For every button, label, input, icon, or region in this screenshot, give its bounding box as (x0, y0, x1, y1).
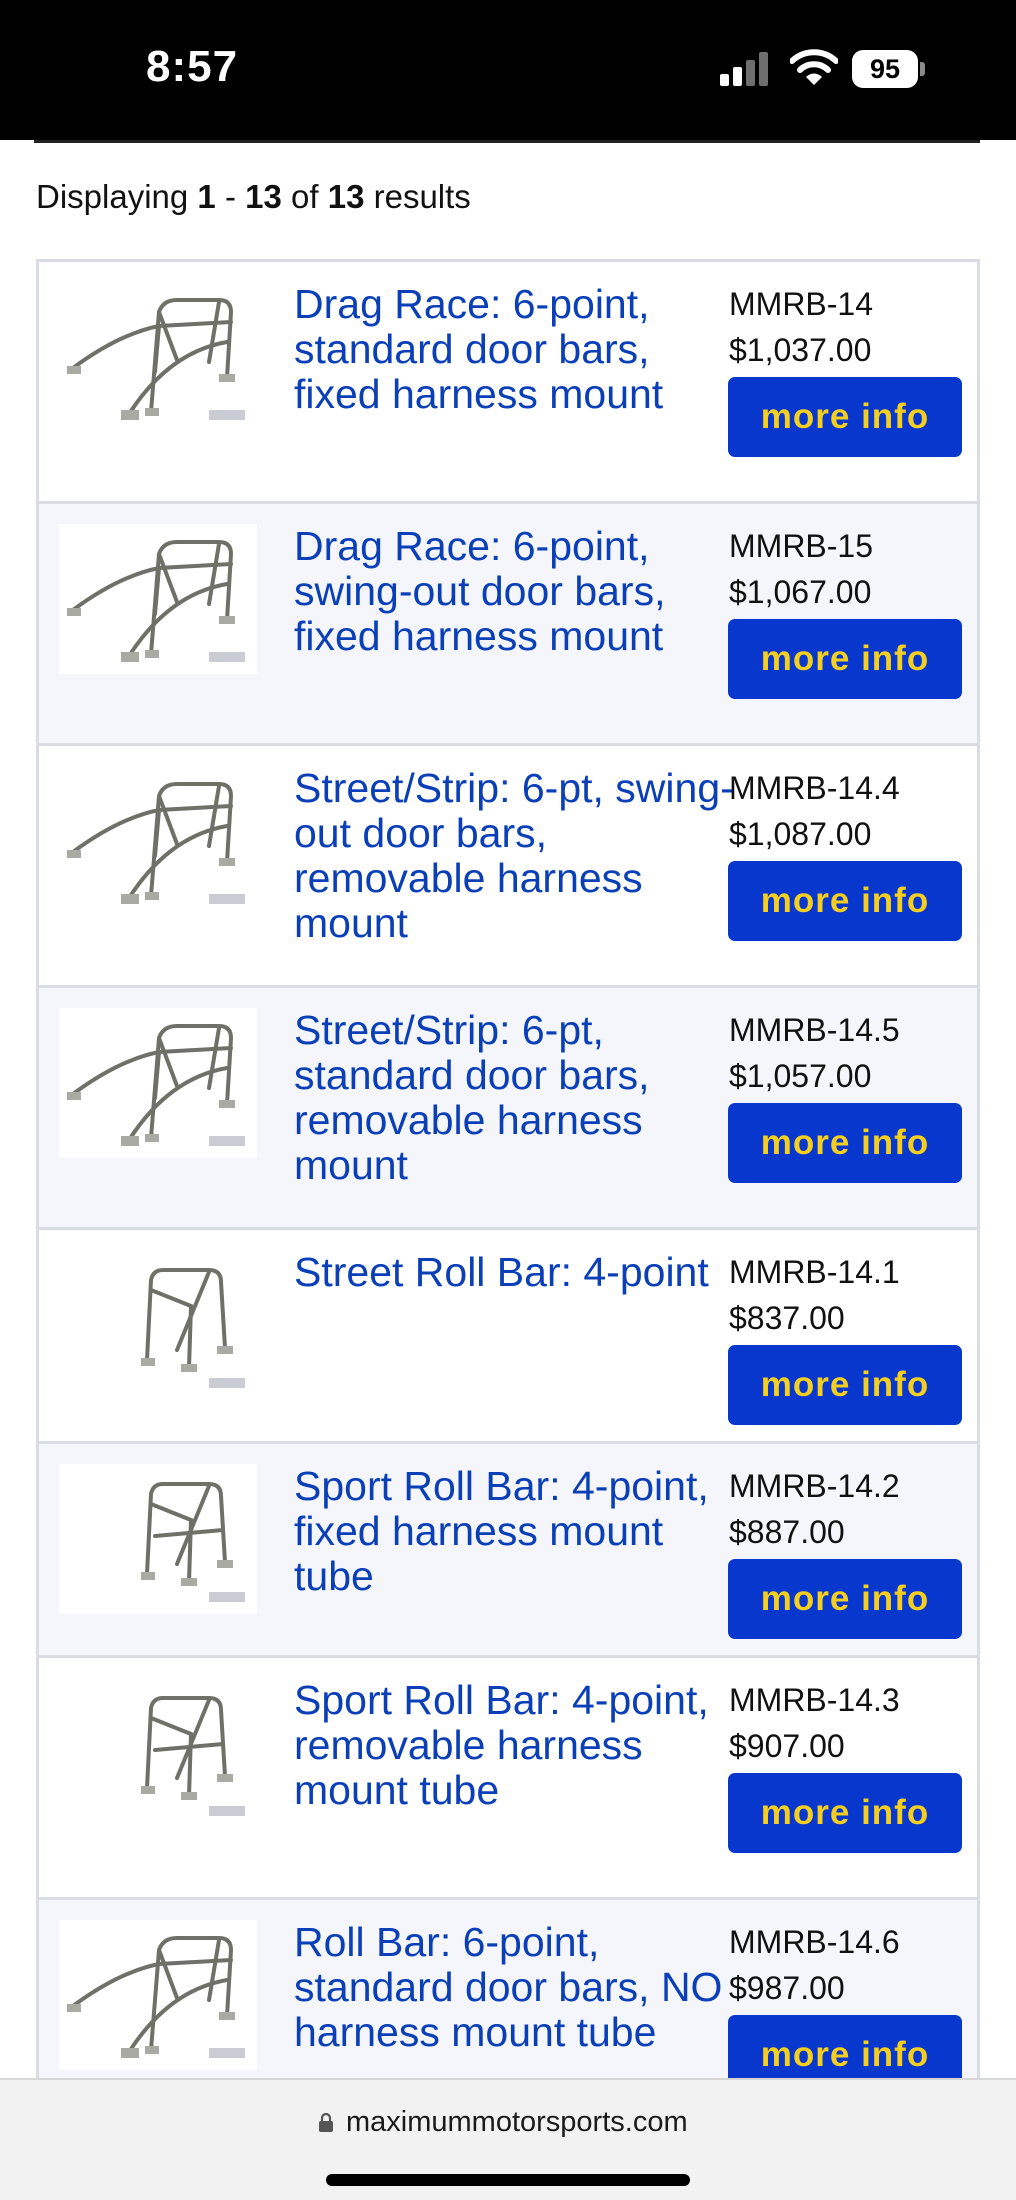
roll-bar-image[interactable] (59, 1464, 257, 1614)
product-row: Drag Race: 6-point, standard door bars, … (39, 262, 977, 504)
product-sku: MMRB-14.6 (729, 1924, 900, 1960)
more-info-button[interactable]: more info (728, 1559, 962, 1639)
more-info-button[interactable]: more info (728, 1345, 962, 1425)
product-price: $887.00 (729, 1514, 845, 1550)
roll-bar-image[interactable] (59, 1250, 257, 1400)
product-name-link[interactable]: Drag Race: 6-point, swing-out door bars,… (294, 524, 734, 659)
results-dash: - (224, 178, 236, 215)
roll-cage-image[interactable] (59, 766, 257, 916)
product-price: $1,057.00 (729, 1058, 872, 1094)
home-indicator (326, 2174, 690, 2186)
product-name-link[interactable]: Sport Roll Bar: 4-point, fixed harness m… (294, 1464, 734, 1599)
more-info-button[interactable]: more info (728, 861, 962, 941)
product-name-link[interactable]: Roll Bar: 6-point, standard door bars, N… (294, 1920, 734, 2055)
product-sku: MMRB-14 (729, 286, 874, 322)
product-name-link[interactable]: Street/Strip: 6-pt, standard door bars, … (294, 1008, 734, 1188)
results-suffix: results (373, 178, 471, 215)
status-bar: 8:57 95 (0, 0, 1016, 140)
roll-cage-image[interactable] (59, 282, 257, 432)
product-sku: MMRB-14.1 (729, 1254, 900, 1290)
product-sku: MMRB-14.4 (729, 770, 900, 806)
product-sku: MMRB-14.3 (729, 1682, 900, 1718)
product-price: $987.00 (729, 1970, 845, 2006)
product-price: $837.00 (729, 1300, 845, 1336)
product-row: Sport Roll Bar: 4-point, fixed harness m… (39, 1444, 977, 1658)
product-sku: MMRB-14.2 (729, 1468, 900, 1504)
more-info-button[interactable]: more info (728, 1773, 962, 1853)
product-sku: MMRB-14.5 (729, 1012, 900, 1048)
product-name-link[interactable]: Drag Race: 6-point, standard door bars, … (294, 282, 734, 417)
cellular-signal-icon (720, 52, 772, 86)
more-info-button[interactable]: more info (728, 619, 962, 699)
product-row: Street/Strip: 6-pt, swing-out door bars,… (39, 746, 977, 988)
results-end: 13 (245, 178, 282, 215)
url-text[interactable]: maximummotorsports.com (346, 2106, 688, 2139)
wifi-icon (790, 49, 838, 85)
header-divider (34, 140, 980, 143)
results-total: 13 (327, 178, 365, 215)
roll-cage-image[interactable] (59, 1920, 257, 2070)
product-price: $1,037.00 (729, 332, 872, 368)
product-name-link[interactable]: Street/Strip: 6-pt, swing-out door bars,… (294, 766, 734, 946)
roll-bar-image[interactable] (59, 1678, 257, 1828)
product-price: $1,067.00 (729, 574, 872, 610)
browser-address-bar[interactable]: maximummotorsports.com (0, 2078, 1016, 2200)
battery-level: 95 (852, 50, 918, 88)
product-row: Street Roll Bar: 4-point MMRB-14.1 $837.… (39, 1230, 977, 1444)
product-price: $1,087.00 (729, 816, 872, 852)
roll-cage-image[interactable] (59, 524, 257, 674)
product-price: $907.00 (729, 1728, 845, 1764)
battery-icon: 95 (852, 50, 926, 88)
product-name-link[interactable]: Sport Roll Bar: 4-point, removable harne… (294, 1678, 734, 1813)
product-name-link[interactable]: Street Roll Bar: 4-point (294, 1250, 734, 1295)
product-row: Sport Roll Bar: 4-point, removable harne… (39, 1658, 977, 1900)
lock-icon (319, 2112, 333, 2132)
results-count: Displaying 1 - 13 of 13 results (36, 178, 471, 216)
product-sku: MMRB-15 (729, 528, 874, 564)
product-table: Drag Race: 6-point, standard door bars, … (36, 259, 980, 2145)
roll-cage-image[interactable] (59, 1008, 257, 1158)
product-row: Drag Race: 6-point, swing-out door bars,… (39, 504, 977, 746)
results-start: 1 (197, 178, 216, 215)
results-prefix: Displaying (36, 178, 189, 215)
status-time: 8:57 (146, 42, 239, 91)
more-info-button[interactable]: more info (728, 1103, 962, 1183)
more-info-button[interactable]: more info (728, 377, 962, 457)
results-of: of (291, 178, 319, 215)
product-row: Street/Strip: 6-pt, standard door bars, … (39, 988, 977, 1230)
